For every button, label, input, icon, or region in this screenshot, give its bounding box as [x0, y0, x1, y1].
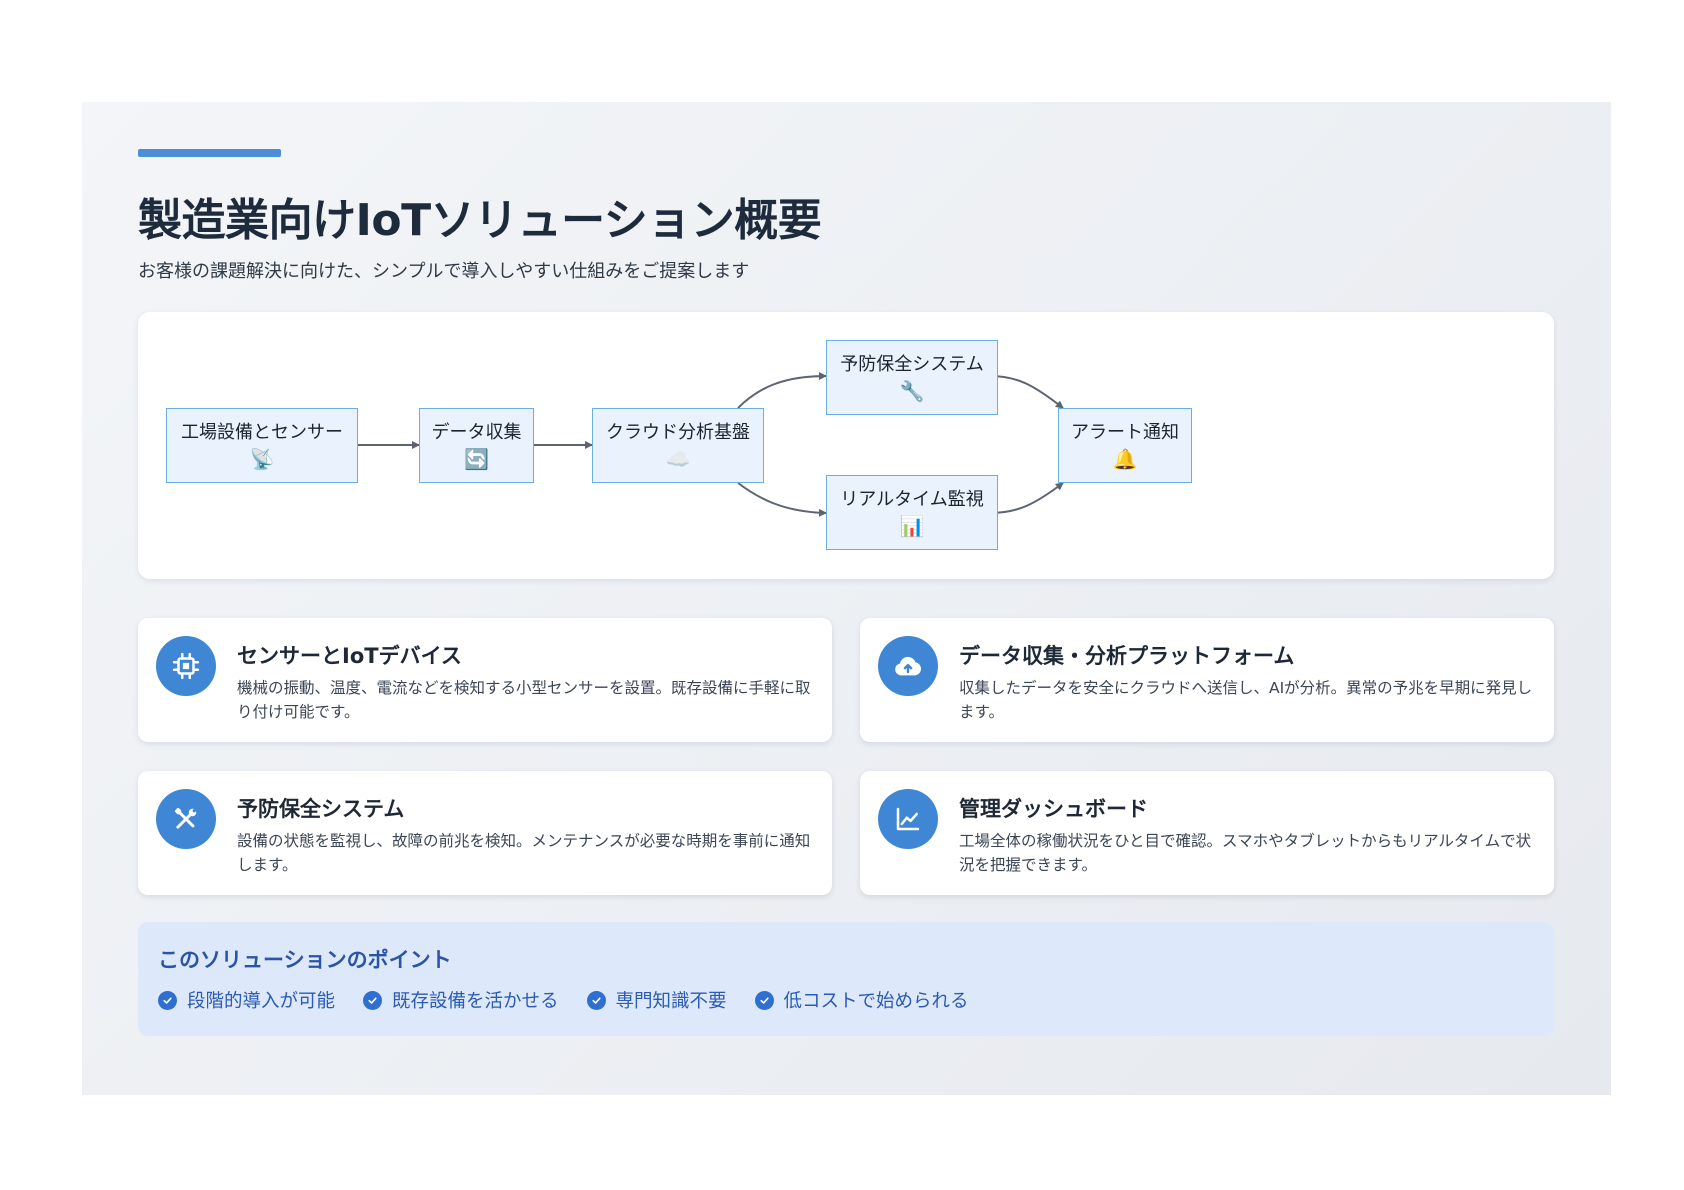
- chart-line-icon: [878, 789, 938, 849]
- point-item: 低コストで始められる: [754, 987, 969, 1013]
- wrench-icon: 🔧: [899, 378, 925, 403]
- point-label: 段階的導入が可能: [187, 991, 336, 1012]
- card-description: 工場全体の稼働状況をひと目で確認。スマホやタブレットからもリアルタイムで状況を把…: [959, 832, 1532, 874]
- solution-points: このソリューションのポイント 段階的導入が可能 既存設備を活かせる 専門知識不要…: [138, 922, 1554, 1036]
- tools-icon: [156, 789, 216, 849]
- cloud-icon: ☁️: [665, 446, 691, 471]
- edge-cloud-maintenance: [737, 372, 827, 409]
- node-preventive-maintenance: 予防保全システム 🔧: [826, 340, 998, 415]
- card-dashboard: 管理ダッシュボード 工場全体の稼働状況をひと目で確認。スマホやタブレットからもリ…: [860, 771, 1554, 895]
- chip-icon: [156, 636, 216, 696]
- node-label: リアルタイム監視: [840, 488, 984, 510]
- node-label: データ収集: [431, 421, 522, 443]
- node-label: 工場設備とセンサー: [181, 421, 343, 443]
- node-label: アラート通知: [1071, 421, 1179, 443]
- page-subtitle: お客様の課題解決に向けた、シンプルで導入しやすい仕組みをご提案します: [138, 261, 750, 282]
- card-data-platform: データ収集・分析プラットフォーム 収集したデータを安全にクラウドへ送信し、AIが…: [860, 618, 1554, 742]
- point-item: 段階的導入が可能: [158, 987, 335, 1013]
- points-title: このソリューションのポイント: [158, 948, 452, 972]
- check-circle-icon: [363, 990, 383, 1010]
- card-description: 機械の振動、温度、電流などを検知する小型センサーを設置。既存設備に手軽に取り付け…: [237, 679, 811, 721]
- edge-monitor-alert: [989, 482, 1064, 514]
- node-label: クラウド分析基盤: [606, 421, 750, 443]
- accent-bar: [138, 149, 281, 157]
- points-list: 段階的導入が可能 既存設備を活かせる 専門知識不要 低コストで始められる: [158, 987, 997, 1013]
- point-item: 既存設備を活かせる: [363, 987, 559, 1013]
- check-circle-icon: [586, 990, 606, 1010]
- check-circle-icon: [754, 990, 774, 1010]
- card-sensors-iot: センサーとIoTデバイス 機械の振動、温度、電流などを検知する小型センサーを設置…: [138, 618, 832, 742]
- page-title: 製造業向けIoTソリューション概要: [138, 195, 822, 246]
- node-alert-notification: アラート通知 🔔: [1058, 408, 1192, 483]
- card-title: 管理ダッシュボード: [959, 797, 1148, 821]
- node-label: 予防保全システム: [840, 353, 984, 375]
- check-circle-icon: [158, 990, 177, 1010]
- bar-chart-icon: 📊: [899, 513, 925, 538]
- point-label: 専門知識不要: [615, 991, 727, 1012]
- node-cloud-analytics: クラウド分析基盤 ☁️: [592, 408, 764, 483]
- card-preventive-maintenance: 予防保全システム 設備の状態を監視し、故障の前兆を検知。メンテナンスが必要な時期…: [138, 771, 832, 895]
- edge-cloud-monitor: [737, 482, 827, 517]
- card-description: 収集したデータを安全にクラウドへ送信し、AIが分析。異常の予兆を早期に発見します…: [959, 679, 1533, 721]
- card-title: センサーとIoTデバイス: [237, 644, 462, 668]
- bell-icon: 🔔: [1112, 446, 1138, 471]
- node-realtime-monitoring: リアルタイム監視 📊: [826, 475, 998, 550]
- slide: 製造業向けIoTソリューション概要 お客様の課題解決に向けた、シンプルで導入しや…: [82, 102, 1611, 1095]
- card-title: データ収集・分析プラットフォーム: [959, 644, 1295, 668]
- cloud-upload-icon: [878, 636, 938, 696]
- sync-icon: 🔄: [464, 446, 489, 471]
- node-factory-sensors: 工場設備とセンサー 📡: [166, 408, 358, 483]
- point-label: 既存設備を活かせる: [392, 991, 559, 1012]
- satellite-antenna-icon: 📡: [249, 446, 275, 471]
- card-title: 予防保全システム: [237, 797, 405, 821]
- node-data-collection: データ収集 🔄: [419, 408, 534, 483]
- point-label: 低コストで始められる: [783, 991, 969, 1012]
- edge-maintenance-alert: [989, 375, 1064, 409]
- point-item: 専門知識不要: [586, 987, 727, 1013]
- card-description: 設備の状態を監視し、故障の前兆を検知。メンテナンスが必要な時期を事前に通知します…: [237, 832, 811, 874]
- flow-diagram: 工場設備とセンサー 📡 データ収集 🔄 クラウド分析基盤 ☁️ 予防保全システム…: [138, 312, 1554, 579]
